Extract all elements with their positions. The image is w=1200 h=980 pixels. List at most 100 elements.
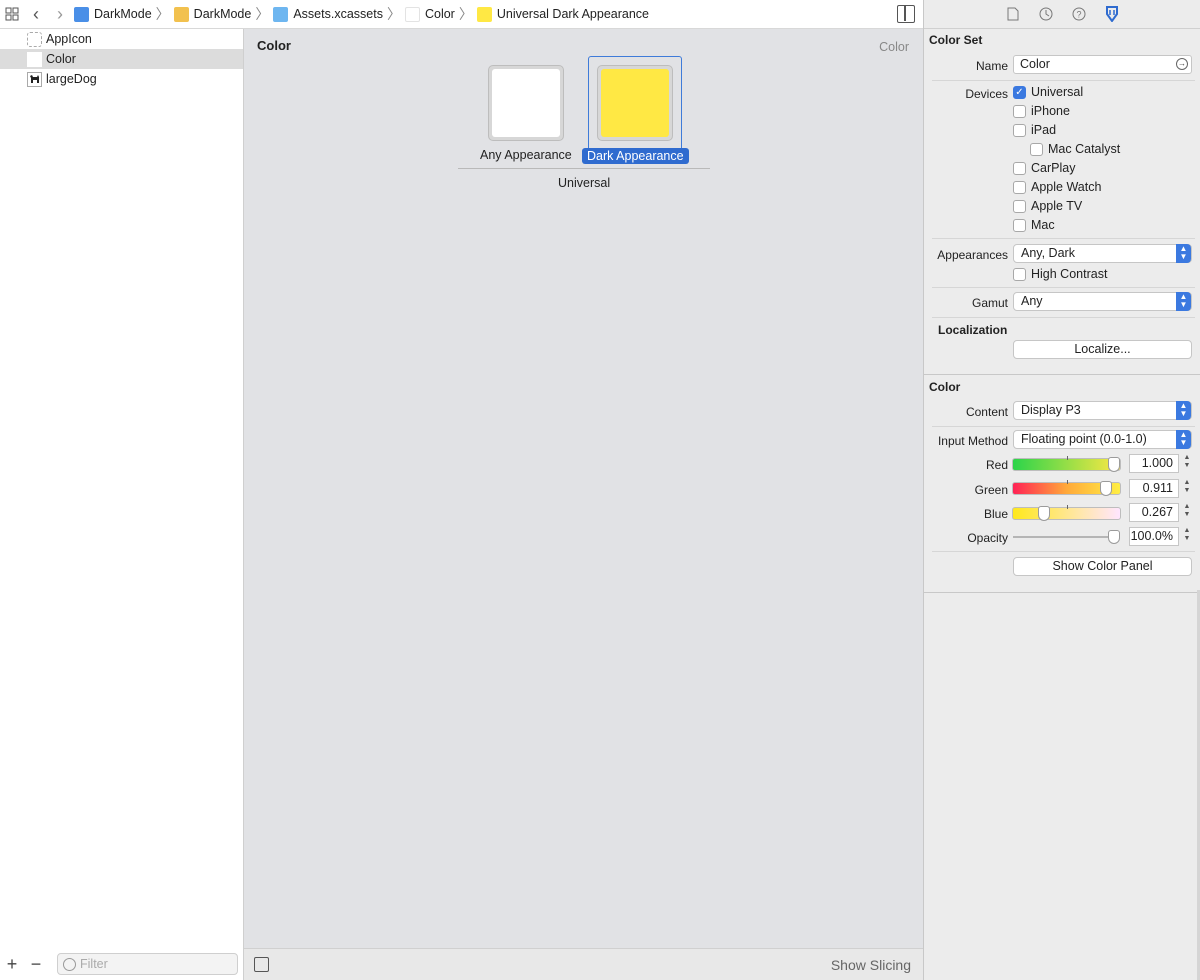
red-value-field[interactable]: 1.000 bbox=[1129, 454, 1179, 473]
dark-appearance-color-well[interactable] bbox=[597, 65, 673, 141]
add-editor-icon[interactable] bbox=[897, 5, 915, 23]
breadcrumb-label: Universal Dark Appearance bbox=[496, 7, 650, 21]
blue-slider-knob[interactable] bbox=[1038, 506, 1051, 521]
blue-slider[interactable] bbox=[1012, 505, 1121, 521]
go-arrow-icon[interactable]: → bbox=[1176, 58, 1188, 70]
input-method-popup[interactable]: Floating point (0.0-1.0) ▲ ▼ bbox=[1013, 430, 1192, 449]
checkbox-label: Mac bbox=[1031, 218, 1055, 232]
breadcrumb-label: Color bbox=[424, 7, 455, 21]
green-stepper-icon[interactable]: ▲ ▼ bbox=[1182, 479, 1192, 498]
red-label: Red bbox=[985, 458, 1008, 472]
dark-appearance-swatch bbox=[601, 69, 669, 137]
dark-appearance-label[interactable]: Dark Appearance bbox=[582, 148, 689, 164]
checkbox-box bbox=[1013, 123, 1026, 137]
outline-item-label: Color bbox=[46, 52, 76, 66]
breadcrumb-color-set[interactable]: Color bbox=[404, 0, 457, 29]
opacity-label: Opacity bbox=[967, 531, 1008, 545]
outline-item-appicon[interactable]: AppIcon bbox=[0, 29, 243, 49]
universal-group-label: Universal bbox=[558, 176, 611, 190]
green-value-field[interactable]: 0.911 bbox=[1129, 479, 1179, 498]
attributes-inspector: ? Color Set Name Color → Devices ✓ Unive… bbox=[923, 0, 1200, 980]
checkbox-label: Universal bbox=[1031, 85, 1084, 99]
high-contrast-checkbox[interactable]: High Contrast bbox=[1013, 267, 1107, 281]
appearances-popup[interactable]: Any, Dark ▲ ▼ bbox=[1013, 244, 1192, 263]
green-slider[interactable] bbox=[1012, 480, 1121, 496]
name-field[interactable]: Color → bbox=[1013, 55, 1192, 74]
device-iphone-checkbox[interactable]: iPhone bbox=[1013, 104, 1070, 118]
green-slider-knob[interactable] bbox=[1099, 481, 1112, 496]
quick-help-icon[interactable]: ? bbox=[1070, 5, 1088, 23]
section-divider bbox=[924, 374, 1200, 375]
red-stepper-icon[interactable]: ▲ ▼ bbox=[1182, 454, 1192, 473]
opacity-stepper-icon[interactable]: ▲ ▼ bbox=[1182, 527, 1192, 546]
attributes-inspector-icon[interactable] bbox=[1103, 5, 1121, 23]
group-divider bbox=[458, 168, 710, 169]
opacity-value-field[interactable]: 100.0% bbox=[1129, 527, 1179, 546]
breadcrumb-label: DarkMode bbox=[193, 7, 252, 21]
asset-outline: AppIcon Color largeDog + − Filter bbox=[0, 29, 244, 980]
device-apple-watch-checkbox[interactable]: Apple Watch bbox=[1013, 180, 1101, 194]
any-appearance-label: Any Appearance bbox=[480, 148, 572, 162]
color-set-icon bbox=[27, 51, 42, 67]
appearances-value: Any, Dark bbox=[1021, 246, 1075, 260]
content-label: Content bbox=[965, 405, 1008, 419]
popup-arrows-icon: ▲ ▼ bbox=[1176, 430, 1191, 449]
filter-icon bbox=[63, 957, 76, 971]
checkbox-box bbox=[1013, 199, 1026, 213]
breadcrumb-appearance[interactable]: Universal Dark Appearance bbox=[476, 0, 651, 29]
red-slider-knob[interactable] bbox=[1108, 457, 1120, 472]
gamut-label: Gamut bbox=[971, 296, 1008, 310]
input-method-value: Floating point (0.0-1.0) bbox=[1021, 432, 1147, 446]
blue-stepper-icon[interactable]: ▲ ▼ bbox=[1182, 503, 1192, 522]
inspector-tabs: ? bbox=[924, 0, 1200, 29]
checkbox-label: Apple TV bbox=[1031, 199, 1083, 213]
related-items-grid-icon[interactable] bbox=[0, 0, 24, 29]
devices-label: Devices bbox=[965, 87, 1008, 101]
checkbox-box bbox=[1013, 104, 1026, 118]
outline-item-largedog[interactable]: largeDog bbox=[0, 69, 243, 89]
checkbox-label: CarPlay bbox=[1031, 161, 1076, 175]
canvas-title: Color bbox=[257, 38, 291, 53]
slider-center-tick bbox=[1067, 480, 1068, 484]
device-ipad-checkbox[interactable]: iPad bbox=[1013, 123, 1056, 137]
forward-chevron-icon[interactable]: › bbox=[48, 0, 72, 29]
show-overview-icon[interactable] bbox=[254, 957, 269, 972]
opacity-slider-track[interactable] bbox=[1013, 536, 1120, 538]
remove-asset-button[interactable]: − bbox=[24, 954, 48, 975]
outline-item-color[interactable]: Color bbox=[0, 49, 243, 69]
popup-arrows-icon: ▲ ▼ bbox=[1176, 292, 1191, 311]
color-section-title: Color bbox=[929, 380, 961, 394]
gamut-value: Any bbox=[1021, 294, 1043, 308]
device-universal-checkbox[interactable]: ✓ Universal bbox=[1013, 85, 1083, 99]
breadcrumb-project[interactable]: DarkMode bbox=[74, 0, 154, 29]
popup-arrows-icon: ▲ ▼ bbox=[1176, 401, 1191, 420]
device-apple-tv-checkbox[interactable]: Apple TV bbox=[1013, 199, 1082, 213]
any-appearance-color-well[interactable] bbox=[488, 65, 564, 141]
any-appearance-swatch bbox=[492, 69, 560, 137]
back-chevron-icon[interactable]: ‹ bbox=[24, 0, 48, 29]
outline-filter-field[interactable]: Filter bbox=[57, 953, 238, 975]
localize-button[interactable]: Localize... bbox=[1013, 340, 1192, 359]
canvas-asset-type: Color bbox=[879, 40, 909, 54]
blue-value-field[interactable]: 0.267 bbox=[1129, 503, 1179, 522]
name-value: Color bbox=[1020, 57, 1050, 71]
divider bbox=[932, 426, 1195, 427]
dog-image-icon bbox=[27, 71, 42, 87]
checkmark-icon: ✓ bbox=[1013, 85, 1026, 99]
content-popup[interactable]: Display P3 ▲ ▼ bbox=[1013, 401, 1192, 420]
gamut-popup[interactable]: Any ▲ ▼ bbox=[1013, 292, 1192, 311]
file-inspector-icon[interactable] bbox=[1004, 5, 1022, 23]
add-asset-button[interactable]: + bbox=[0, 954, 24, 975]
device-carplay-checkbox[interactable]: CarPlay bbox=[1013, 161, 1075, 175]
show-slicing-button[interactable]: Show Slicing bbox=[831, 957, 911, 973]
red-slider[interactable] bbox=[1012, 456, 1121, 472]
device-mac-checkbox[interactable]: Mac bbox=[1013, 218, 1055, 232]
breadcrumb-separator-icon: 〉 bbox=[386, 6, 401, 22]
show-color-panel-button[interactable]: Show Color Panel bbox=[1013, 557, 1192, 576]
breadcrumb-asset-catalog[interactable]: Assets.xcassets bbox=[273, 0, 385, 29]
breadcrumb-folder[interactable]: DarkMode bbox=[173, 0, 254, 29]
history-inspector-icon[interactable] bbox=[1037, 5, 1055, 23]
opacity-slider-knob[interactable] bbox=[1108, 530, 1120, 544]
svg-text:?: ? bbox=[1076, 10, 1081, 20]
device-mac-catalyst-checkbox[interactable]: Mac Catalyst bbox=[1030, 142, 1120, 156]
